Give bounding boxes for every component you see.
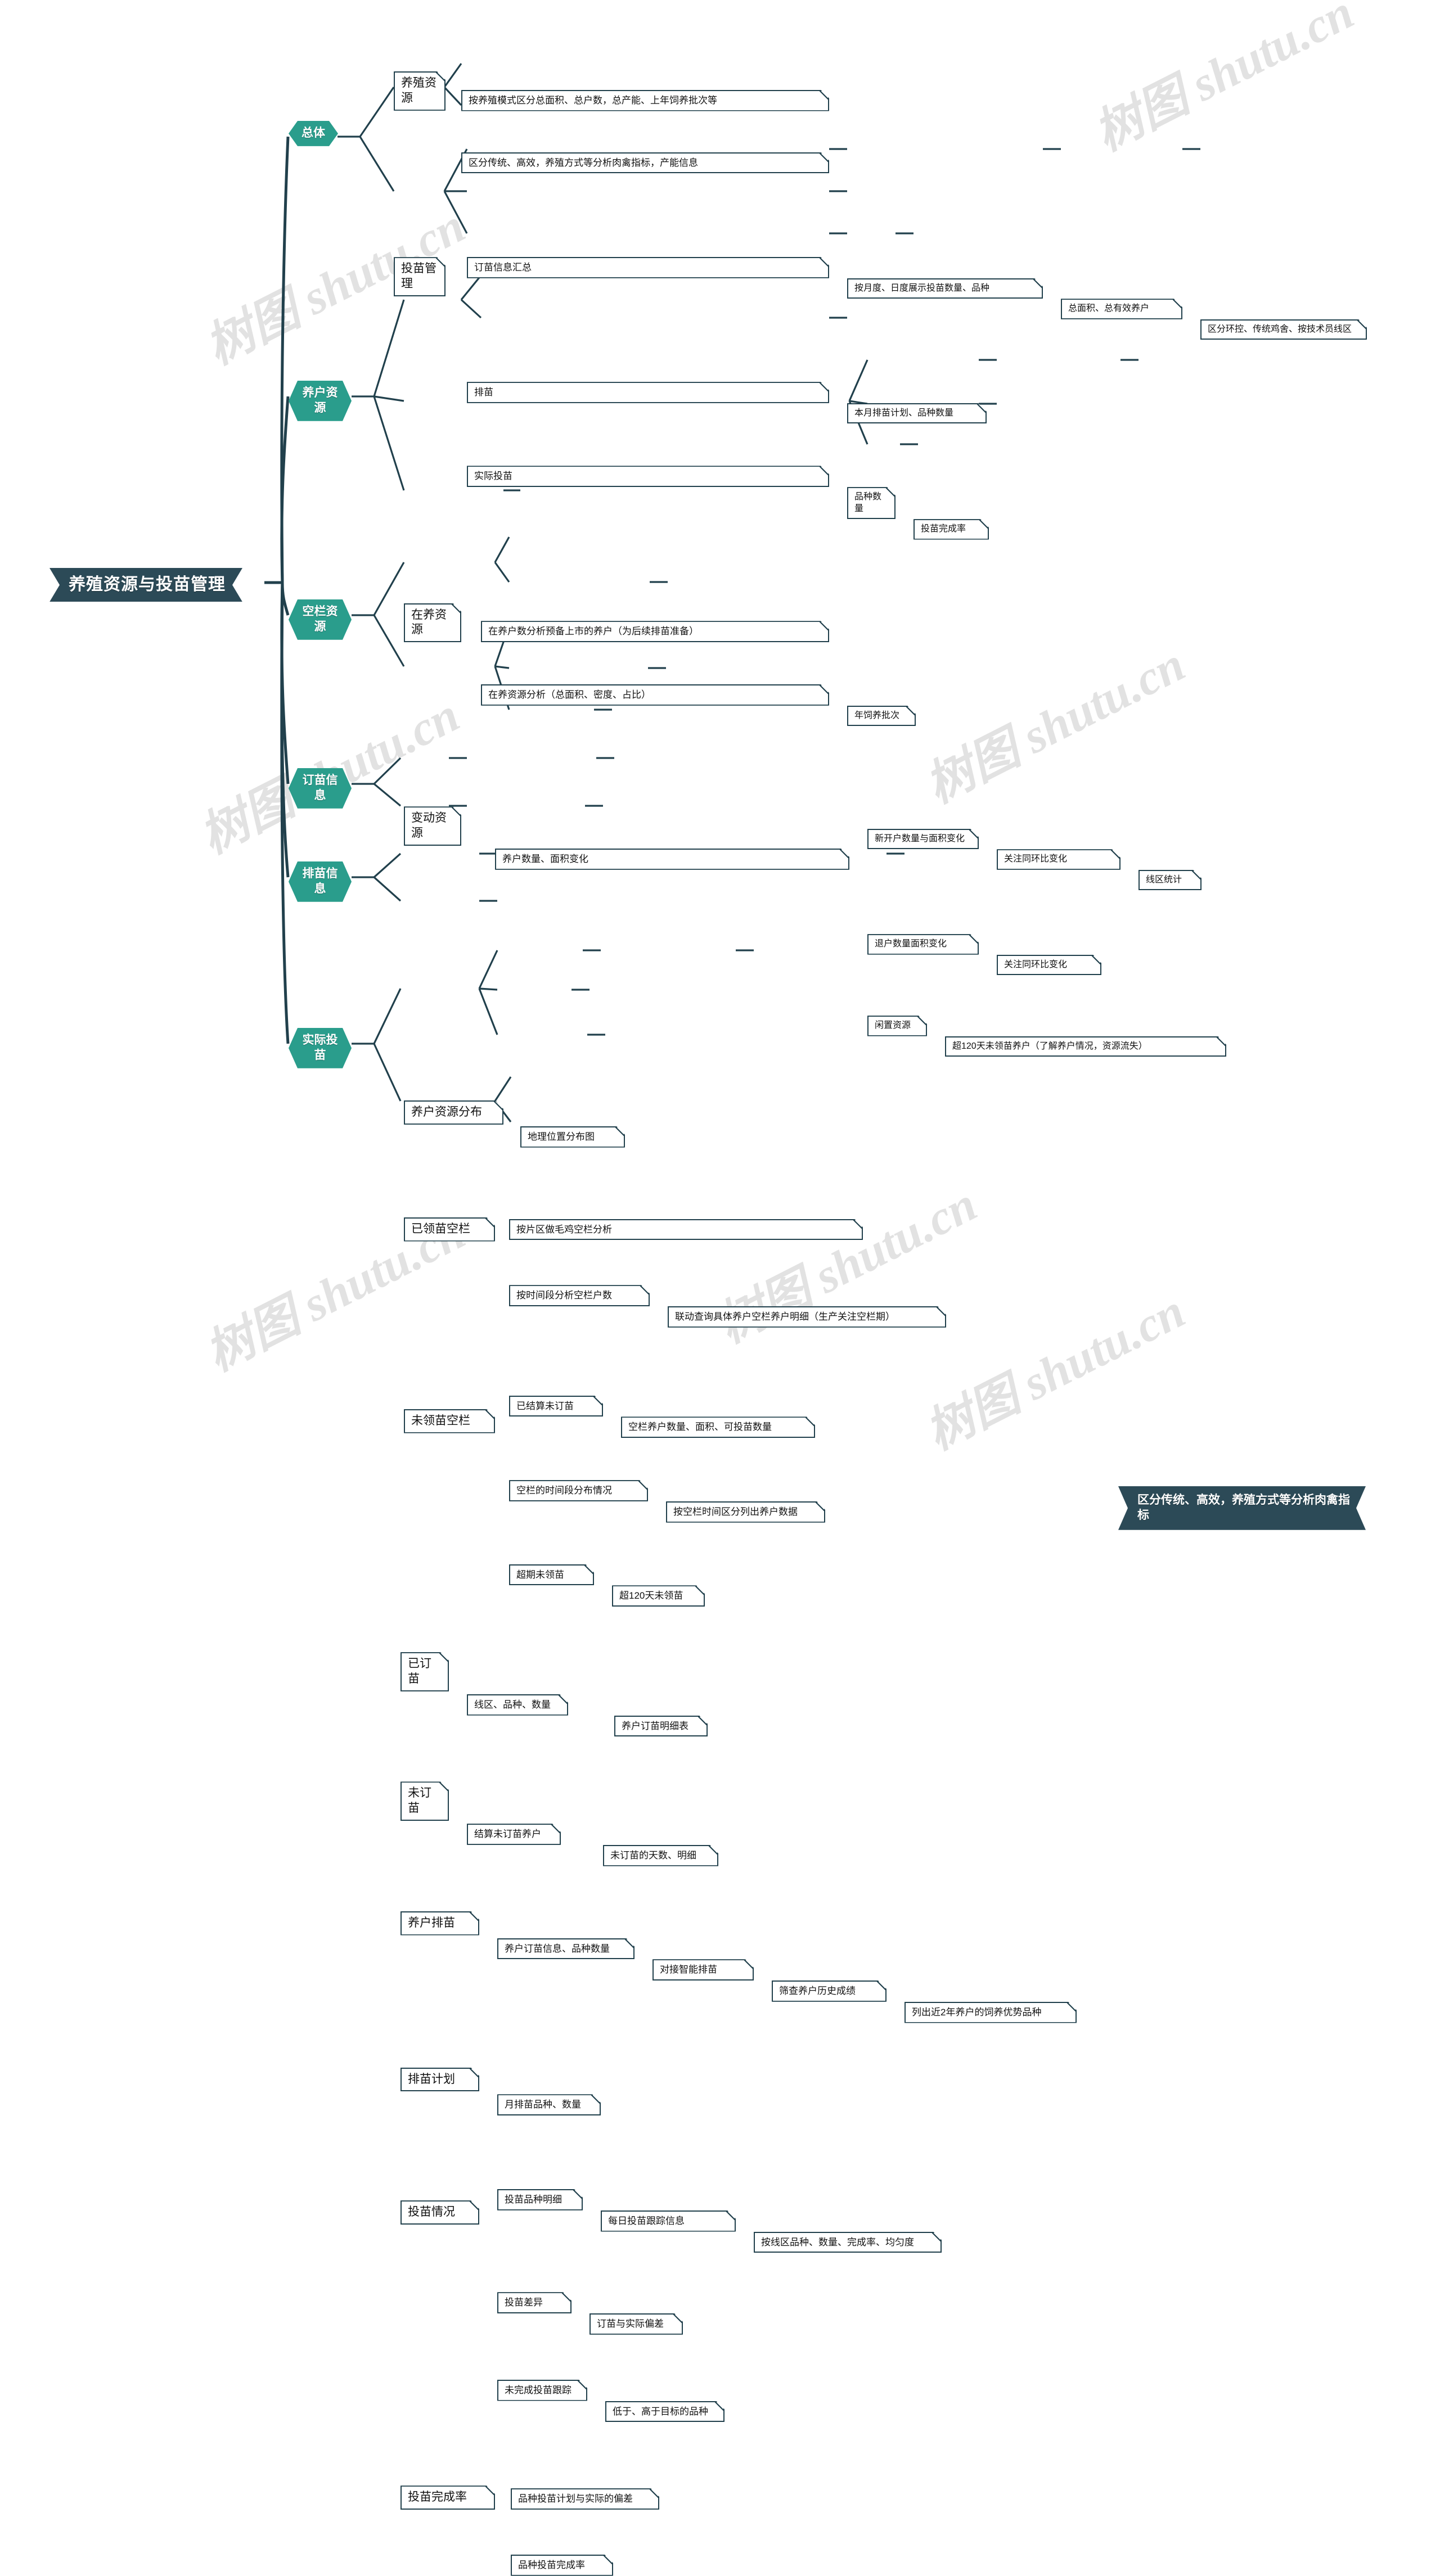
node-seedling-management[interactable]: 投苗管理: [394, 257, 446, 296]
connector-lines: [264, 63, 1200, 1122]
node-detail[interactable]: 已结算未订苗: [509, 1396, 603, 1417]
node-detail[interactable]: 按线区品种、数量、完成率、均匀度: [754, 2232, 942, 2253]
node-detail[interactable]: 在养资源分析（总面积、密度、占比）: [481, 684, 829, 706]
node-detail[interactable]: 未完成投苗跟踪: [497, 2380, 587, 2401]
node-detail[interactable]: 空栏养户数量、面积、可投苗数量: [621, 1416, 815, 1438]
node-detail[interactable]: 订苗信息汇总: [467, 257, 829, 278]
node-detail[interactable]: 列出近2年养户的饲养优势品种: [904, 2002, 1077, 2023]
node-detail[interactable]: 品种投苗完成率: [511, 2555, 613, 2576]
node-farmer-scheduling[interactable]: 养户排苗: [400, 1911, 479, 1936]
node-ordered[interactable]: 已订苗: [400, 1652, 449, 1691]
node-detail[interactable]: 超120天未领苗养户（了解养户情况，资源流失）: [945, 1036, 1226, 1057]
node-detail[interactable]: 线区、品种、数量: [467, 1694, 568, 1716]
branch-node-order-info[interactable]: 订苗信息: [289, 768, 352, 809]
node-detail[interactable]: 订苗与实际偏差: [590, 2313, 683, 2335]
node-seedling-not-received-empty[interactable]: 未领苗空栏: [404, 1409, 495, 1433]
callout-label: 区分传统、高效，养殖方式等分析肉禽指标: [1137, 1494, 1350, 1522]
node-detail[interactable]: 低于、高于目标的品种: [605, 2401, 724, 2422]
node-seedling-received-empty[interactable]: 已领苗空栏: [404, 1217, 495, 1242]
node-detail[interactable]: 未订苗的天数、明细: [603, 1845, 718, 1866]
root-label: 养殖资源与投苗管理: [69, 575, 226, 594]
node-detail[interactable]: 按空栏时间区分列出养户数据: [666, 1501, 825, 1523]
callout-banner[interactable]: 区分传统、高效，养殖方式等分析肉禽指标: [1118, 1486, 1366, 1530]
node-detail[interactable]: 在养户数分析预备上市的养户（为后续排苗准备）: [481, 621, 829, 642]
node-detail[interactable]: 品种数量: [847, 487, 896, 519]
node-detail[interactable]: 月排苗品种、数量: [497, 2094, 601, 2115]
mindmap-canvas: 树图 shutu.cn 树图 shutu.cn 树图 shutu.cn 树图 s…: [0, 0, 1440, 1598]
node-detail[interactable]: 按时间段分析空栏户数: [509, 1285, 650, 1306]
watermark: 树图 shutu.cn: [917, 637, 1194, 814]
node-breeding-resources[interactable]: 养殖资源: [394, 71, 446, 111]
node-seedling-status[interactable]: 投苗情况: [400, 2200, 479, 2225]
branch-node-overall[interactable]: 总体: [289, 121, 338, 146]
branch-label: 总体: [302, 127, 325, 139]
node-detail[interactable]: 对接智能排苗: [652, 1959, 754, 1981]
node-detail[interactable]: 总面积、总有效养户: [1061, 299, 1182, 319]
branch-label: 实际投苗: [302, 1034, 338, 1062]
branch-node-actual-seedling[interactable]: 实际投苗: [289, 1028, 352, 1068]
node-detail[interactable]: 关注同环比变化: [997, 849, 1120, 869]
node-detail[interactable]: 养户数量、面积变化: [495, 849, 849, 870]
node-detail[interactable]: 退户数量面积变化: [867, 934, 979, 954]
node-detail[interactable]: 投苗品种明细: [497, 2189, 583, 2210]
node-detail[interactable]: 区分环控、传统鸡舍、按技术员线区: [1200, 319, 1367, 340]
node-detail[interactable]: 联动查询具体养户空栏养户明细（生产关注空栏期）: [668, 1306, 946, 1328]
root-node[interactable]: 养殖资源与投苗管理: [50, 568, 242, 602]
node-detail[interactable]: 养户订苗明细表: [614, 1716, 708, 1737]
node-detail[interactable]: 排苗: [467, 382, 829, 403]
node-detail[interactable]: 新开户数量与面积变化: [867, 829, 979, 849]
branch-node-farmer-resources[interactable]: 养户资源: [289, 381, 352, 421]
node-detail[interactable]: 年饲养批次: [847, 706, 916, 726]
node-detail[interactable]: 投苗差异: [497, 2292, 572, 2313]
watermark: 树图 shutu.cn: [917, 1283, 1194, 1460]
node-detail[interactable]: 空栏的时间段分布情况: [509, 1480, 648, 1501]
node-in-rearing-resources[interactable]: 在养资源: [404, 603, 461, 643]
node-detail[interactable]: 地理位置分布图: [520, 1126, 625, 1148]
node-not-ordered[interactable]: 未订苗: [400, 1781, 449, 1821]
node-detail[interactable]: 本月排苗计划、品种数量: [847, 403, 987, 423]
branch-label: 养户资源: [302, 386, 338, 414]
node-detail[interactable]: 超120天未领苗: [612, 1585, 705, 1607]
node-completion-rate[interactable]: 投苗完成率: [400, 2485, 495, 2510]
node-detail[interactable]: 超期未领苗: [509, 1564, 594, 1586]
node-detail[interactable]: 线区统计: [1138, 870, 1202, 890]
node-detail[interactable]: 区分传统、高效，养殖方式等分析肉禽指标，产能信息: [461, 152, 829, 174]
node-detail[interactable]: 养户订苗信息、品种数量: [497, 1938, 634, 1960]
branch-node-scheduling-info[interactable]: 排苗信息: [289, 861, 352, 902]
node-detail[interactable]: 按片区做毛鸡空栏分析: [509, 1219, 863, 1240]
branch-label: 空栏资源: [302, 605, 338, 633]
node-changing-resources[interactable]: 变动资源: [404, 806, 461, 846]
node-scheduling-plan[interactable]: 排苗计划: [400, 2068, 479, 2092]
node-detail[interactable]: 实际投苗: [467, 466, 829, 487]
node-detail[interactable]: 关注同环比变化: [997, 955, 1101, 975]
node-detail[interactable]: 结算未订苗养户: [467, 1824, 561, 1845]
node-farmer-distribution[interactable]: 养户资源分布: [404, 1100, 503, 1125]
node-detail[interactable]: 筛查养户历史成绩: [772, 1981, 886, 2002]
node-detail[interactable]: 闲置资源: [867, 1016, 927, 1036]
node-detail[interactable]: 品种投苗计划与实际的偏差: [511, 2488, 659, 2510]
node-detail[interactable]: 按月度、日度展示投苗数量、品种: [847, 278, 1043, 299]
watermark: 树图 shutu.cn: [1086, 0, 1362, 161]
node-detail[interactable]: 每日投苗跟踪信息: [601, 2210, 736, 2232]
node-detail[interactable]: 投苗完成率: [914, 519, 989, 539]
branch-node-empty-pen-resources[interactable]: 空栏资源: [289, 599, 352, 640]
branch-label: 订苗信息: [302, 774, 338, 802]
branch-label: 排苗信息: [302, 867, 338, 895]
node-detail[interactable]: 按养殖模式区分总面积、总户数，总产能、上年饲养批次等: [461, 90, 829, 111]
